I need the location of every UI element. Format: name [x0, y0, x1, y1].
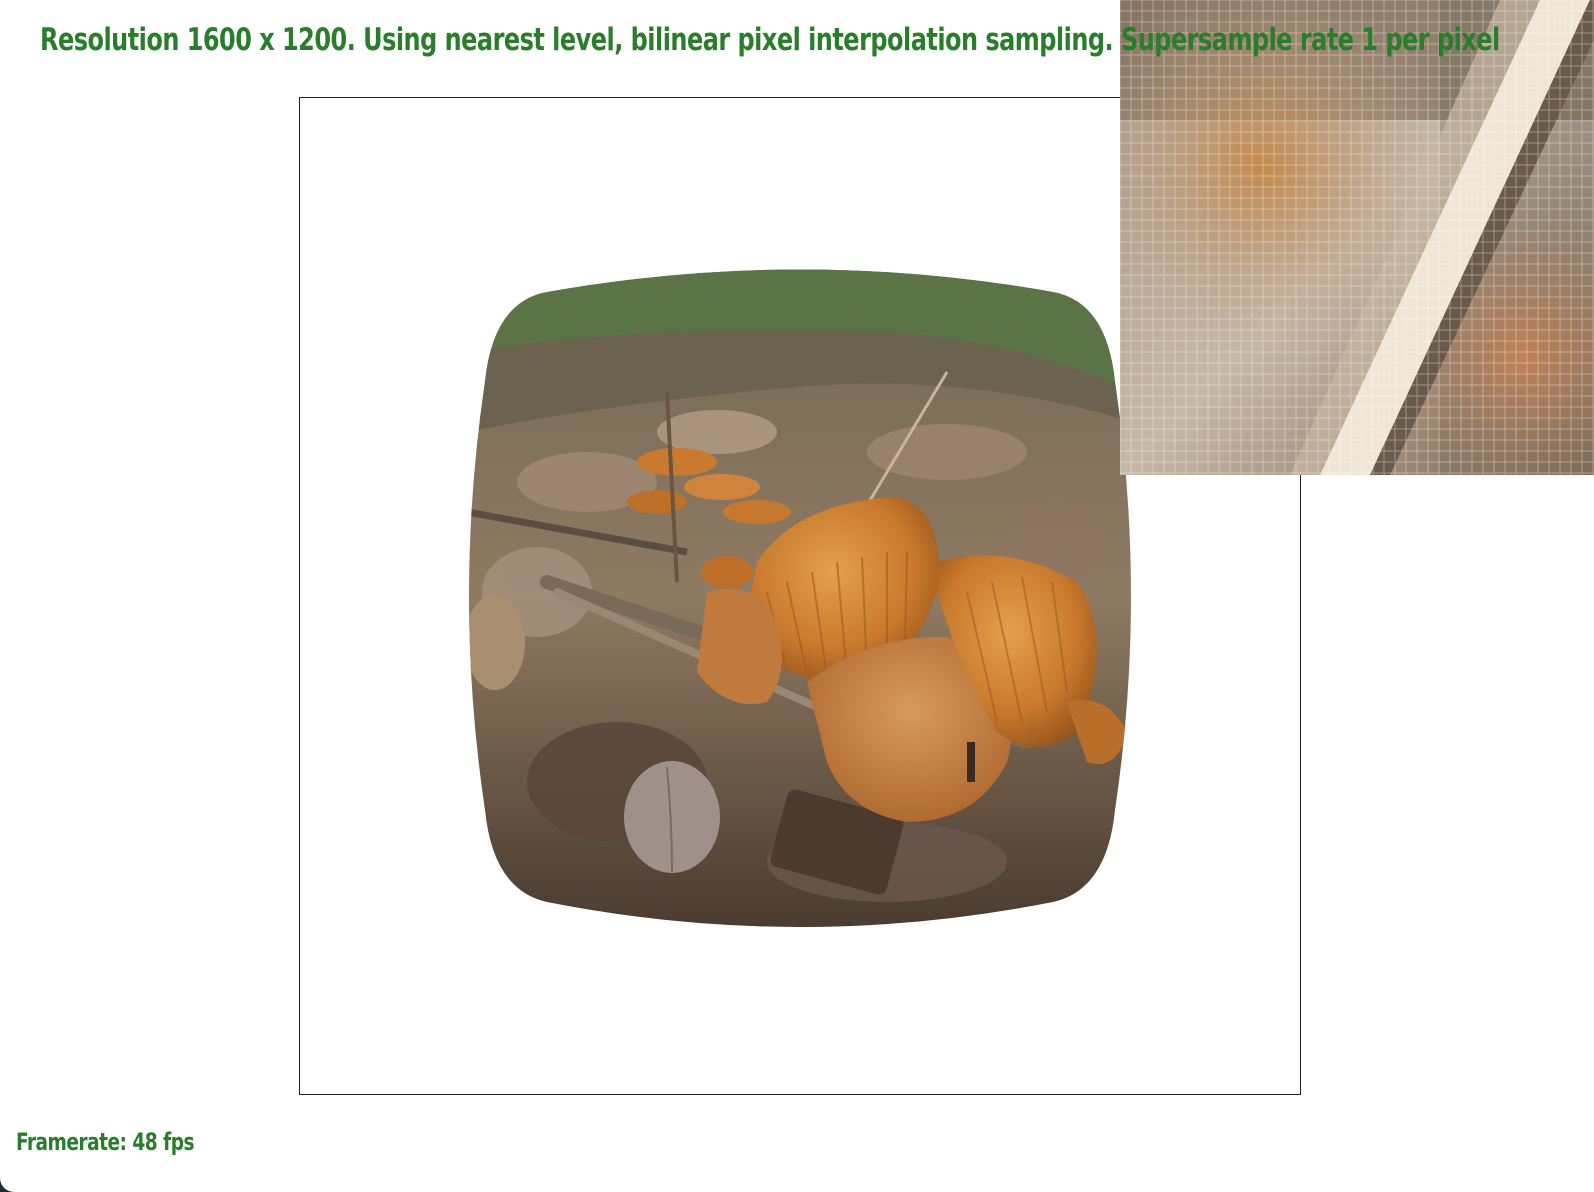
framerate-text: Framerate: 48 fps — [16, 1128, 195, 1156]
app-window: Resolution 1600 x 1200. Using nearest le… — [0, 0, 1594, 1192]
status-text: Resolution 1600 x 1200. Using nearest le… — [40, 22, 1500, 58]
zoom-inset-grid — [1120, 0, 1594, 475]
warped-texture-image — [469, 269, 1131, 927]
